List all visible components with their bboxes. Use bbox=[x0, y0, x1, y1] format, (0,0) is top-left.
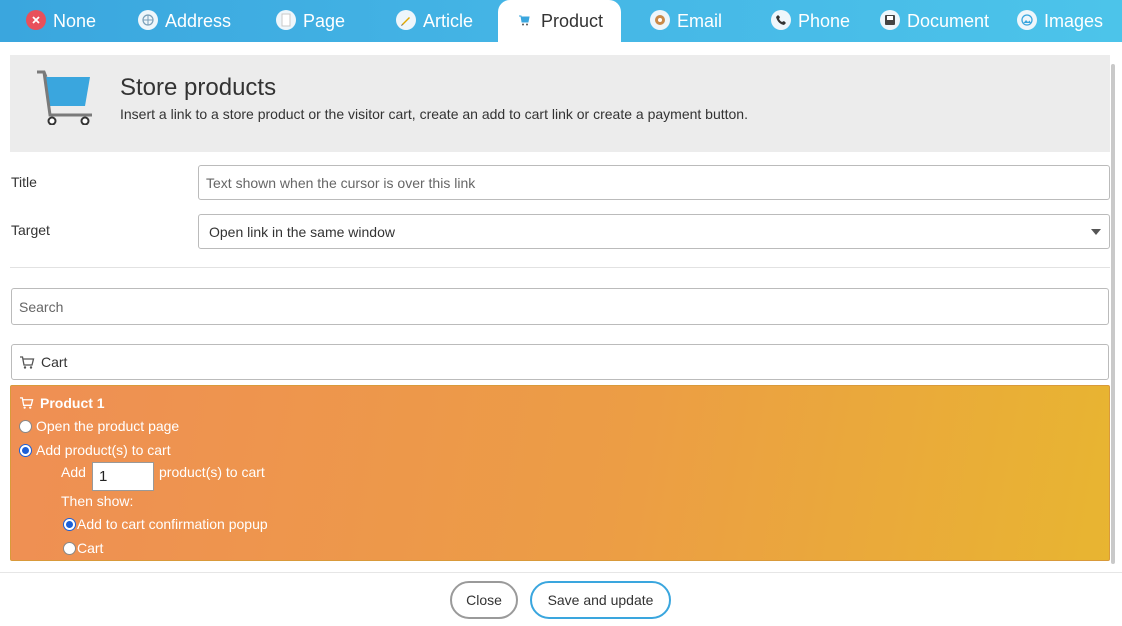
cart-small-icon bbox=[19, 397, 34, 409]
email-icon bbox=[650, 9, 670, 30]
show-popup-option[interactable]: Add to cart confirmation popup bbox=[63, 516, 268, 532]
product-name: Product 1 bbox=[40, 395, 105, 411]
product-name-row[interactable]: Product 1 bbox=[19, 395, 105, 411]
tab-product[interactable]: Product bbox=[498, 0, 622, 42]
tab-page[interactable]: Page bbox=[276, 0, 345, 42]
title-label: Title bbox=[11, 174, 37, 190]
document-icon bbox=[880, 9, 900, 30]
tab-images[interactable]: Images bbox=[1017, 0, 1103, 42]
option-add-to-cart[interactable]: Add product(s) to cart bbox=[19, 442, 171, 458]
title-input[interactable] bbox=[198, 165, 1110, 200]
close-button[interactable]: Close bbox=[450, 581, 518, 619]
radio-show-cart[interactable] bbox=[63, 541, 76, 555]
cart-list-item[interactable]: Cart bbox=[11, 344, 1109, 380]
address-icon bbox=[138, 9, 158, 30]
link-type-tabbar: None Address Page Article Product Email bbox=[0, 0, 1122, 42]
none-icon bbox=[26, 9, 46, 30]
article-icon bbox=[396, 9, 416, 30]
chevron-down-icon bbox=[1091, 229, 1101, 235]
radio-open-product[interactable] bbox=[19, 419, 32, 433]
images-icon bbox=[1017, 9, 1037, 30]
search-input[interactable] bbox=[11, 288, 1109, 325]
tab-label: Page bbox=[303, 10, 346, 31]
option-add-label: Add product(s) to cart bbox=[36, 442, 171, 458]
tab-label: Article bbox=[423, 10, 474, 31]
radio-show-popup[interactable] bbox=[63, 517, 76, 531]
divider bbox=[10, 267, 1110, 268]
phone-icon bbox=[771, 9, 791, 30]
tab-email[interactable]: Email bbox=[650, 0, 722, 42]
tab-label: Address bbox=[165, 10, 232, 31]
show-popup-label: Add to cart confirmation popup bbox=[77, 516, 268, 532]
quantity-input[interactable]: 1 bbox=[92, 462, 154, 491]
tab-label: Images bbox=[1044, 10, 1104, 31]
option-open-product[interactable]: Open the product page bbox=[19, 418, 179, 434]
scrollbar[interactable] bbox=[1111, 64, 1115, 564]
tab-none[interactable]: None bbox=[26, 0, 96, 42]
radio-add-to-cart[interactable] bbox=[19, 443, 32, 457]
shopping-cart-icon bbox=[36, 69, 98, 130]
tab-label: Product bbox=[541, 10, 604, 31]
show-cart-label: Cart bbox=[77, 540, 104, 556]
cart-label: Cart bbox=[41, 354, 68, 370]
then-show-label: Then show: bbox=[61, 493, 134, 509]
option-open-label: Open the product page bbox=[36, 418, 180, 434]
page-icon bbox=[276, 9, 296, 30]
tab-document[interactable]: Document bbox=[880, 0, 989, 42]
product-item-panel: Product 1 Open the product page Add prod… bbox=[10, 385, 1110, 561]
tab-address[interactable]: Address bbox=[138, 0, 231, 42]
cart-small-icon bbox=[20, 355, 35, 369]
target-select[interactable]: Open link in the same window bbox=[198, 214, 1110, 249]
tab-article[interactable]: Article bbox=[396, 0, 473, 42]
tab-label: None bbox=[53, 10, 97, 31]
cart-icon bbox=[514, 10, 534, 30]
save-and-update-button[interactable]: Save and update bbox=[530, 581, 671, 619]
page-title: Store products bbox=[120, 74, 277, 101]
tab-label: Phone bbox=[798, 10, 851, 31]
show-cart-option[interactable]: Cart bbox=[63, 540, 103, 556]
page-description: Insert a link to a store product or the … bbox=[120, 106, 748, 122]
add-prefix: Add bbox=[61, 464, 86, 480]
tab-label: Email bbox=[677, 10, 723, 31]
tab-phone[interactable]: Phone bbox=[771, 0, 850, 42]
target-label: Target bbox=[11, 222, 50, 238]
target-select-value: Open link in the same window bbox=[209, 223, 395, 240]
header-banner: Store products Insert a link to a store … bbox=[10, 55, 1110, 152]
add-suffix: product(s) to cart bbox=[159, 464, 265, 480]
dialog-footer: Close Save and update bbox=[0, 572, 1122, 626]
tab-label: Document bbox=[907, 10, 990, 31]
